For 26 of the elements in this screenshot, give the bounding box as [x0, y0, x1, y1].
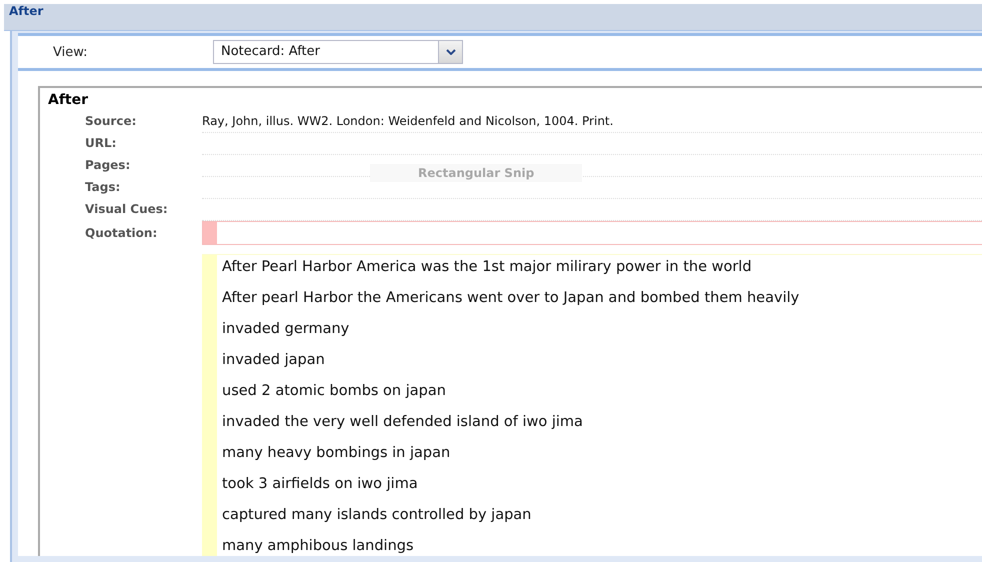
window-title: After	[8, 4, 44, 18]
field-label: URL:	[84, 136, 118, 150]
field-label: Tags:	[84, 180, 122, 194]
note-line: many amphibous landings	[222, 537, 415, 556]
notecard-title: After	[47, 91, 90, 110]
view-dropdown[interactable]: Notecard: After	[213, 40, 463, 64]
dropdown-value: Notecard: After	[220, 43, 321, 61]
note-line: many heavy bombings in japan	[222, 444, 452, 463]
field-label: Source:	[84, 114, 138, 128]
field-label: Quotation:	[84, 226, 158, 240]
note-line: After pearl Harbor the Americans went over to Japan and bombed them heavily	[222, 289, 800, 308]
note-line: captured many islands controlled by japan	[222, 506, 532, 525]
field-value: Ray, John, illus. WW2. London: Weidenfeld and Nicolson, 1004. Print.	[202, 114, 614, 128]
field-label: Pages:	[84, 158, 132, 172]
caret-icon	[446, 49, 456, 55]
note-line: took 3 airfields on iwo jima	[222, 475, 419, 494]
view-label: View:	[52, 44, 89, 60]
note-line: invaded germany	[222, 320, 350, 339]
field-label: Visual Cues:	[84, 202, 169, 216]
note-line: invaded the very well defended island of iwo jima	[222, 413, 584, 432]
note-line: invaded japan	[222, 351, 326, 370]
note-line: used 2 atomic bombs on japan	[222, 382, 447, 401]
quotation-field[interactable]	[202, 221, 982, 245]
snip-hint: Rectangular Snip	[370, 164, 582, 182]
note-line: After Pearl Harbor America was the 1st major milirary power in the world	[222, 258, 753, 277]
dropdown-button[interactable]	[438, 41, 462, 63]
